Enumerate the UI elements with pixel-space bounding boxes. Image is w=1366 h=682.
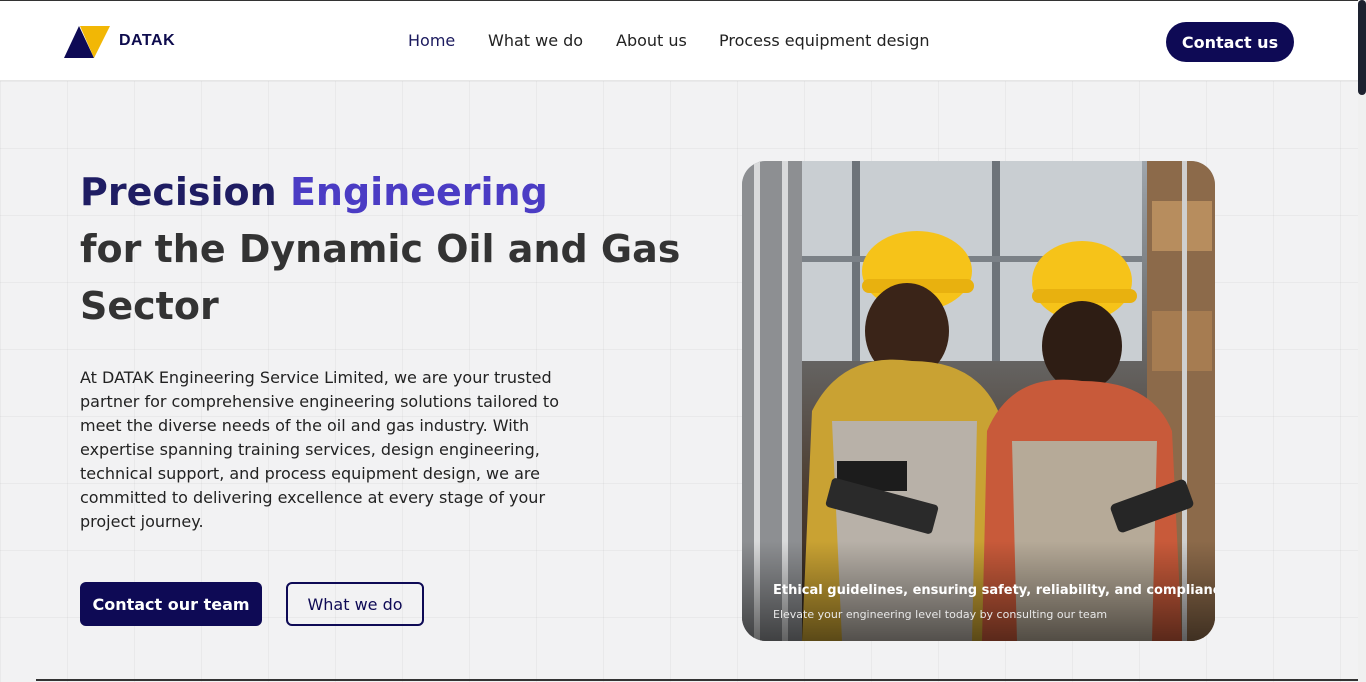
hero-title: Precision Engineering for the Dynamic Oi…: [80, 164, 700, 335]
hero-title-line3: Sector: [80, 284, 219, 328]
contact-us-button[interactable]: Contact us: [1166, 22, 1294, 62]
hero-title-part2: Engineering: [289, 170, 548, 214]
hero-title-line2: for the Dynamic Oil and Gas: [80, 227, 681, 271]
top-navigation-bar: DATAK Home What we do About us Process e…: [0, 0, 1358, 81]
hero-description: At DATAK Engineering Service Limited, we…: [80, 368, 559, 531]
datak-logo-icon[interactable]: [64, 24, 110, 58]
contact-our-team-button[interactable]: Contact our team: [80, 582, 262, 626]
page-scrollbar[interactable]: [1358, 0, 1366, 682]
hero-title-part1: Precision: [80, 170, 277, 214]
nav-what-we-do-link[interactable]: What we do: [488, 31, 583, 50]
photo-caption-subtitle: Elevate your engineering level today by …: [773, 608, 1108, 621]
photo-caption-title: Ethical guidelines, ensuring safety, rel…: [773, 583, 1215, 598]
brand-name[interactable]: DATAK: [119, 32, 175, 50]
nav-home-link[interactable]: Home: [408, 31, 455, 50]
nav-process-equipment-design-link[interactable]: Process equipment design: [719, 31, 930, 50]
hero-photo-card: Ethical guidelines, ensuring safety, rel…: [742, 161, 1215, 641]
engineers-photo-image: [742, 161, 1215, 641]
section-divider: [36, 679, 1358, 681]
what-we-do-button[interactable]: What we do: [286, 582, 424, 626]
scrollbar-thumb[interactable]: [1358, 0, 1366, 95]
nav-about-us-link[interactable]: About us: [616, 31, 687, 50]
